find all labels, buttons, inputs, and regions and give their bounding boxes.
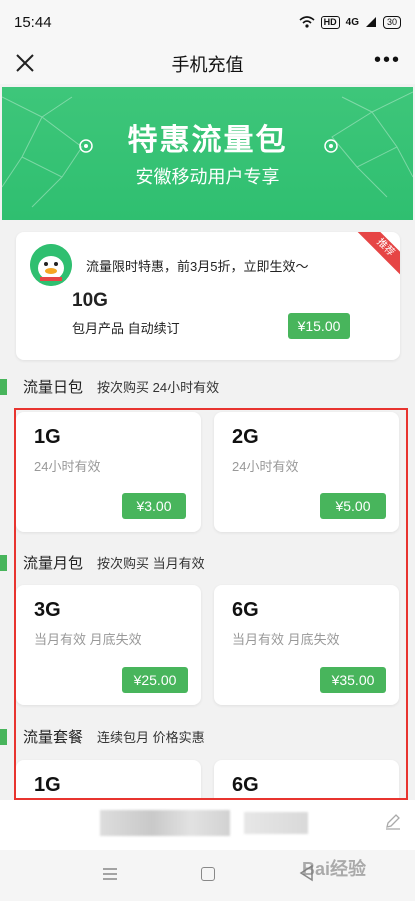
watermark: Bai经验 [302,859,367,879]
promo-text: 流量限时特惠，前3月5折，立即生效～ [86,259,309,274]
section-header-package: 流量套餐 连续包月 价格实惠 [0,726,205,747]
recommend-ribbon: 推荐 [354,232,400,279]
wifi-icon [299,16,315,28]
section-header-daily: 流量日包 按次购买 24小时有效 [0,376,219,397]
plan-size: 6G [232,599,259,621]
banner-title: 特惠流量包 [127,124,288,157]
plan-size: 3G [34,599,61,621]
price-button-monthly-6g[interactable]: ¥35.00 [320,667,386,693]
promo-price-button[interactable]: ¥15.00 [288,313,350,339]
section-desc: 按次购买 24小时有效 [97,380,220,395]
price-button-daily-1g[interactable]: ¥3.00 [122,493,186,519]
plan-validity: 当月有效 月底失效 [232,632,340,647]
blurred-content [100,810,230,836]
page-title: 手机充值 [171,55,244,75]
plan-validity: 当月有效 月底失效 [34,632,142,647]
section-name: 流量日包 [23,379,84,396]
titlebar: 手机充值 ••• [0,44,415,84]
promo-size: 10G [72,290,108,311]
plan-validity: 24小时有效 [34,459,101,474]
close-icon[interactable] [12,50,38,76]
promo-desc: 包月产品 自动续订 [72,321,180,336]
price-button-daily-2g[interactable]: ¥5.00 [320,493,386,519]
blurred-content [244,812,308,834]
section-name: 流量月包 [23,555,84,572]
plan-size: 1G [34,426,61,448]
pencil-icon[interactable] [384,812,402,830]
plan-size: 6G [232,774,259,796]
promo-card[interactable]: 推荐 流量限时特惠，前3月5折，立即生效～ 10G 包月产品 自动续订 [16,232,400,360]
banner-subtitle: 安徽移动用户专享 [135,167,280,187]
menu-icon[interactable] [102,867,118,881]
section-accent-bar [0,728,7,745]
section-desc: 按次购买 当月有效 [97,556,205,571]
price-button-monthly-3g[interactable]: ¥25.00 [122,667,188,693]
plan-card-package-1g[interactable]: 1G [16,760,201,800]
more-icon[interactable]: ••• [374,50,401,70]
section-accent-bar [0,554,7,571]
section-accent-bar [0,378,7,395]
plan-card-package-6g[interactable]: 6G [214,760,399,800]
plan-size: 1G [34,774,61,796]
hd-badge: HD [320,15,340,29]
status-time: 15:44 [14,13,52,31]
mascot-icon [30,244,72,286]
home-icon[interactable] [201,867,215,881]
signal-icon [365,17,376,27]
plan-validity: 24小时有效 [232,459,299,474]
section-desc: 连续包月 价格实惠 [97,730,205,745]
promo-banner: 特惠流量包 安徽移动用户专享 [2,87,413,220]
section-name: 流量套餐 [23,729,84,746]
section-header-monthly: 流量月包 按次购买 当月有效 [0,552,205,573]
plan-size: 2G [232,426,259,448]
battery-icon: 30 [382,15,401,29]
network-label: 4G [345,16,359,28]
status-icons: HD 4G 30 [299,15,401,29]
status-bar: 15:44 HD 4G 30 [0,0,415,44]
